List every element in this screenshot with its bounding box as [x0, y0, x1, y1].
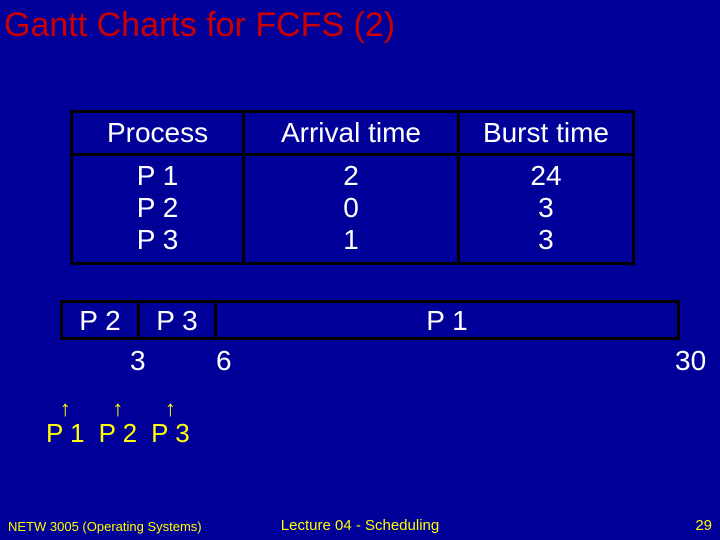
- arrival-marker-p1: ↑ P 1: [46, 400, 85, 449]
- arrow-up-icon: ↑: [151, 400, 190, 418]
- gantt-cell-p1: P 1: [217, 303, 677, 337]
- gantt-bar: P 2 P 3 P 1: [60, 300, 680, 340]
- gantt-tick: 30: [675, 345, 706, 377]
- slide-title: Gantt Charts for FCFS (2): [0, 0, 720, 45]
- arrival-marker-p3: ↑ P 3: [151, 400, 190, 449]
- process-table: Process P 1 P 2 P 3 Arrival time 2 0 1 B…: [70, 110, 635, 265]
- arrival-column: Arrival time 2 0 1: [245, 113, 460, 262]
- gantt-cell-p2: P 2: [63, 303, 140, 337]
- footer-lecture: Lecture 04 - Scheduling: [0, 517, 720, 534]
- gantt-tick: 3: [130, 345, 146, 377]
- cell-burst: 24: [460, 160, 632, 192]
- header-process: Process: [73, 117, 242, 156]
- cell-burst: 3: [460, 224, 632, 256]
- cell-process: P 3: [73, 224, 242, 256]
- cell-process: P 2: [73, 192, 242, 224]
- arrival-label: P 3: [151, 418, 190, 448]
- cell-arrival: 2: [245, 160, 457, 192]
- cell-burst: 3: [460, 192, 632, 224]
- header-burst: Burst time: [460, 117, 632, 156]
- cell-arrival: 0: [245, 192, 457, 224]
- arrival-marker-p2: ↑ P 2: [99, 400, 138, 449]
- cell-arrival: 1: [245, 224, 457, 256]
- gantt-tick: 6: [216, 345, 232, 377]
- gantt-cell-p3: P 3: [140, 303, 217, 337]
- arrow-up-icon: ↑: [46, 400, 85, 418]
- arrival-label: P 2: [99, 418, 138, 448]
- arrival-label: P 1: [46, 418, 85, 448]
- arrow-up-icon: ↑: [99, 400, 138, 418]
- process-column: Process P 1 P 2 P 3: [73, 113, 245, 262]
- arrival-markers: ↑ P 1 ↑ P 2 ↑ P 3: [46, 400, 190, 449]
- burst-column: Burst time 24 3 3: [460, 113, 632, 262]
- footer-page-number: 29: [695, 517, 712, 534]
- header-arrival: Arrival time: [245, 117, 457, 156]
- cell-process: P 1: [73, 160, 242, 192]
